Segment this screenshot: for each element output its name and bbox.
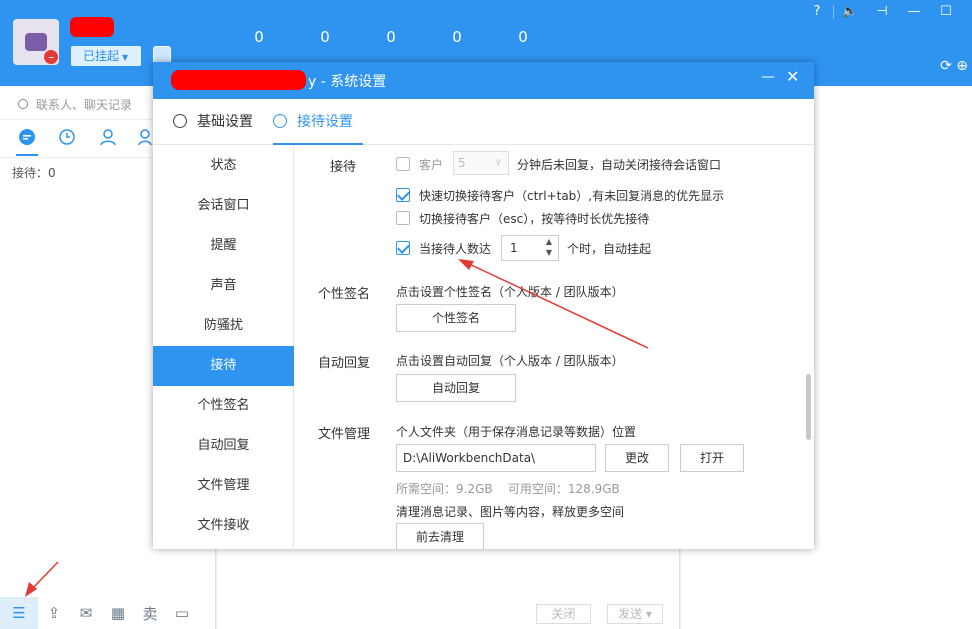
offline-badge-icon: – xyxy=(44,50,58,64)
settings-tabs: 基础设置 接待设置 xyxy=(153,99,814,145)
chat-bubble-icon[interactable] xyxy=(18,128,36,146)
search-icon xyxy=(18,99,28,109)
gear-icon xyxy=(173,114,187,128)
redacted-username xyxy=(70,17,114,37)
folder-path-field[interactable]: D:\AliWorkbenchData\ xyxy=(396,444,596,472)
customer-checkbox[interactable] xyxy=(396,157,410,171)
files-label: 文件管理 xyxy=(318,427,371,442)
pin-icon[interactable]: ⊣ xyxy=(866,3,898,21)
avatar[interactable]: – xyxy=(13,19,59,65)
nav-item-signature[interactable]: 个性签名 xyxy=(153,386,294,426)
minimize-icon[interactable]: — xyxy=(761,69,775,85)
auto-suspend-checkbox[interactable] xyxy=(396,241,410,255)
avatar-image xyxy=(25,33,47,51)
chevron-down-icon: ∨ xyxy=(494,157,502,168)
fast-switch-label: 快速切换接待客户（ctrl+tab）,有未回复消息的优先显示 xyxy=(419,189,725,203)
stats-bar: 0 0 0 0 0 xyxy=(226,28,556,46)
close-icon[interactable]: ✕ xyxy=(786,67,799,86)
settings-dialog: y - 系统设置 — ✕ 基础设置 接待设置 状态 会话窗口 提醒 声音 防骚扰… xyxy=(153,62,814,549)
status-dropdown[interactable]: 已挂起 ▼ xyxy=(71,46,141,66)
autoreply-button[interactable]: 自动回复 xyxy=(396,374,516,402)
nav-item-status[interactable]: 状态 xyxy=(153,146,294,186)
bottom-toolbar: ☰ ⇪ ✉ ▦ 卖 ▭ xyxy=(0,597,216,629)
stat-value[interactable]: 0 xyxy=(292,28,358,46)
clean-desc: 清理消息记录、图片等内容，释放更多空间 xyxy=(396,505,625,519)
customer-close-desc: 分钟后未回复，自动关闭接待会话窗口 xyxy=(517,158,722,172)
content-scrollbar[interactable] xyxy=(806,374,811,440)
smile-icon xyxy=(273,114,287,128)
open-folder-button[interactable]: 打开 xyxy=(680,444,744,472)
send-button[interactable]: 发送 ▾ xyxy=(607,604,663,624)
stepper-arrows-icon[interactable]: ▲ ▼ xyxy=(546,236,552,258)
refresh-icon[interactable]: ⟳ ⊕ xyxy=(940,58,968,74)
stat-value[interactable]: 0 xyxy=(424,28,490,46)
window-controls: ? 🔈 ⊣ — ☐ xyxy=(801,3,962,21)
auto-suspend-label: 当接待人数达 xyxy=(419,242,492,256)
maximize-icon[interactable]: ☐ xyxy=(930,3,962,21)
menu-icon[interactable]: ☰ xyxy=(0,597,38,629)
limit-stepper[interactable]: 1 ▲ ▼ xyxy=(501,235,559,261)
store-icon[interactable]: ▦ xyxy=(102,604,134,622)
esc-switch-checkbox[interactable] xyxy=(396,211,410,225)
settings-nav: 状态 会话窗口 提醒 声音 防骚扰 接待 个性签名 自动回复 文件管理 文件接收 xyxy=(153,146,294,549)
dialog-titlebar: y - 系统设置 — ✕ xyxy=(153,62,814,99)
space-info: 所需空间：9.2GB 可用空间：128.9GB xyxy=(396,482,620,496)
dialog-title: y - 系统设置 xyxy=(308,74,387,90)
auto-suspend-suffix: 个时，自动挂起 xyxy=(567,242,652,256)
autoreply-label: 自动回复 xyxy=(318,356,371,371)
nav-item-file-management[interactable]: 文件管理 xyxy=(153,466,294,506)
signature-desc: 点击设置个性签名（个人版本 / 团队版本） xyxy=(396,285,624,299)
minutes-select[interactable]: 5 ∨ xyxy=(453,151,509,175)
files-desc: 个人文件夹（用于保存消息记录等数据）位置 xyxy=(396,425,637,439)
close-button[interactable]: 关闭 xyxy=(536,604,591,624)
customer-label: 客户 xyxy=(419,158,444,172)
stat-value[interactable]: 0 xyxy=(226,28,292,46)
tab-basic-settings[interactable]: 基础设置 xyxy=(173,99,253,145)
clean-button[interactable]: 前去清理 xyxy=(396,523,484,549)
reception-label: 接待 xyxy=(330,160,357,175)
clock-icon[interactable] xyxy=(58,128,76,146)
help-icon[interactable]: ? xyxy=(801,3,833,21)
redacted-account xyxy=(171,70,306,90)
share-icon[interactable]: ⇪ xyxy=(38,604,70,622)
nav-item-anti-harassment[interactable]: 防骚扰 xyxy=(153,306,294,346)
nav-item-file-receive[interactable]: 文件接收 xyxy=(153,506,294,546)
limit-value: 1 xyxy=(510,241,518,255)
fast-switch-checkbox[interactable] xyxy=(396,188,410,202)
stat-value[interactable]: 0 xyxy=(358,28,424,46)
minimize-icon[interactable]: — xyxy=(898,3,930,21)
settings-content: 接待 客户 5 ∨ 分钟后未回复，自动关闭接待会话窗口 快速切换接待客户（ctrl… xyxy=(295,146,814,549)
esc-switch-label: 切换接待客户（esc），按等待时长优先接待 xyxy=(419,212,650,226)
chevron-down-icon: ▼ xyxy=(122,53,129,62)
signature-button[interactable]: 个性签名 xyxy=(396,304,516,332)
tab-label: 基础设置 xyxy=(197,114,253,130)
tab-reception-settings[interactable]: 接待设置 xyxy=(273,99,363,145)
nav-item-reception[interactable]: 接待 xyxy=(153,346,294,386)
autoreply-desc: 点击设置自动回复（个人版本 / 团队版本） xyxy=(396,354,624,368)
volume-icon[interactable]: 🔈 xyxy=(834,3,866,21)
send-label: 发送 xyxy=(618,607,643,621)
stat-value[interactable]: 0 xyxy=(490,28,556,46)
change-folder-button[interactable]: 更改 xyxy=(605,444,669,472)
minutes-value: 5 xyxy=(458,156,466,170)
nav-item-sound[interactable]: 声音 xyxy=(153,266,294,306)
nav-item-auto-reply[interactable]: 自动回复 xyxy=(153,426,294,466)
tab-label: 接待设置 xyxy=(297,114,353,130)
nav-item-chat-window[interactable]: 会话窗口 xyxy=(153,186,294,226)
reception-count: 接待：0 xyxy=(12,166,56,180)
signature-label: 个性签名 xyxy=(318,287,371,302)
panel-icon[interactable]: ▭ xyxy=(166,604,198,622)
mail-icon[interactable]: ✉ xyxy=(70,604,102,622)
contact-icon[interactable] xyxy=(99,128,117,146)
status-label: 已挂起 xyxy=(83,49,120,63)
active-tab-indicator xyxy=(16,154,38,156)
nav-item-reminder[interactable]: 提醒 xyxy=(153,226,294,266)
search-placeholder: 联系人、聊天记录 xyxy=(36,98,133,112)
sell-icon[interactable]: 卖 xyxy=(134,603,166,624)
